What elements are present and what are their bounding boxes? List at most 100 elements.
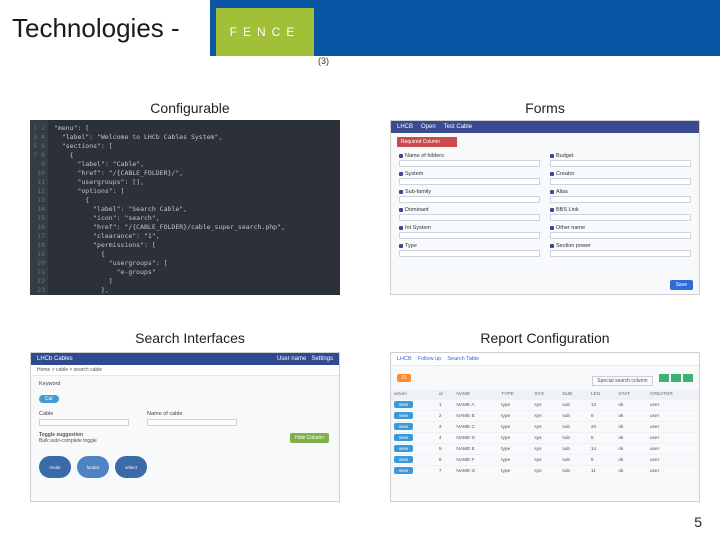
report-table: actionidNAMETYPESYSSUBLENSTATCREATOR vie…: [391, 390, 699, 476]
bubble[interactable]: funder: [77, 456, 109, 478]
slide-title: Technologies -: [0, 13, 180, 44]
search-area: Keyword Cal Cable Name of cable Toggle s…: [31, 376, 339, 483]
table-row[interactable]: view1NAME Atypesyssub12okuser: [391, 400, 699, 411]
table-row[interactable]: view7NAME Gtypesyssub11okuser: [391, 466, 699, 477]
field-label: Creator: [550, 171, 691, 177]
field-input[interactable]: [399, 232, 540, 239]
col-header[interactable]: STAT: [615, 390, 646, 400]
keyword-pill[interactable]: Cal: [39, 395, 59, 403]
code-source: "menu": [ "label": "Welcome to LHCb Cabl…: [48, 120, 291, 295]
report-tab[interactable]: LHCB: [397, 356, 412, 362]
col-header[interactable]: CREATOR: [647, 390, 699, 400]
field-input[interactable]: [550, 178, 691, 185]
col-header[interactable]: SYS: [531, 390, 559, 400]
label-configurable: Configurable: [60, 100, 320, 116]
field-label: Sub-family: [399, 189, 540, 195]
table-row[interactable]: view6NAME Ftypesyssub9okuser: [391, 455, 699, 466]
field-input[interactable]: [550, 250, 691, 257]
field-label: Name of folders: [399, 153, 540, 159]
col-header[interactable]: TYPE: [498, 390, 531, 400]
field-input[interactable]: [399, 178, 540, 185]
code-editor: 1 2 3 4 5 6 7 8 9 10 11 12 13 14 15 16 1…: [30, 120, 340, 295]
form-field: BBS Link: [550, 207, 691, 221]
bubble[interactable]: mode: [39, 456, 71, 478]
field-label: Other name: [550, 225, 691, 231]
col-header[interactable]: LEN: [588, 390, 616, 400]
form-field: Alias: [550, 189, 691, 203]
slide: Technologies - FENCE (3) Configurable Fo…: [0, 0, 720, 540]
report-tab[interactable]: Search Table: [447, 356, 479, 362]
field-input[interactable]: [399, 250, 540, 257]
field-input[interactable]: [550, 196, 691, 203]
form-field: Section power: [550, 243, 691, 257]
title-block: Technologies -: [0, 0, 210, 56]
form-field: Budget: [550, 153, 691, 167]
search-bubbles: mode funder select: [39, 456, 331, 478]
col-header[interactable]: SUB: [559, 390, 587, 400]
field-label: Alias: [550, 189, 691, 195]
hide-column-button[interactable]: Hide Column: [290, 433, 329, 443]
field-input[interactable]: [399, 214, 540, 221]
code-gutter: 1 2 3 4 5 6 7 8 9 10 11 12 13 14 15 16 1…: [30, 120, 48, 295]
search-col-label: Cable: [39, 411, 129, 417]
form-field: Dominant: [399, 207, 540, 221]
search-user[interactable]: User name: [277, 356, 306, 362]
col-header[interactable]: action: [391, 390, 436, 400]
label-forms: Forms: [395, 100, 695, 116]
field-label: Dominant: [399, 207, 540, 213]
forms-tab[interactable]: LHCB: [397, 124, 413, 130]
table-row[interactable]: view2NAME Btypesyssub8okuser: [391, 411, 699, 422]
table-row[interactable]: view5NAME Etypesyssub14okuser: [391, 444, 699, 455]
field-label: Budget: [550, 153, 691, 159]
report-tabs: LHCB Follow up Search Table: [391, 353, 699, 366]
form-field: Creator: [550, 171, 691, 185]
export-buttons[interactable]: [657, 369, 693, 386]
search-input[interactable]: [147, 419, 237, 426]
table-row[interactable]: view3NAME Ctypesyssub20okuser: [391, 422, 699, 433]
forms-tab[interactable]: Test Cable: [444, 124, 472, 130]
table-header-row: actionidNAMETYPESYSSUBLENSTATCREATOR: [391, 390, 699, 400]
fence-logo: FENCE: [216, 8, 314, 56]
bubble[interactable]: select: [115, 456, 147, 478]
form-field: Name of folders: [399, 153, 540, 167]
thumb-configurable: 1 2 3 4 5 6 7 8 9 10 11 12 13 14 15 16 1…: [30, 120, 340, 295]
search-topbar: LHCb Cables User name Settings: [31, 353, 339, 365]
col-header[interactable]: id: [436, 390, 453, 400]
forms-header: LHCB Open Test Cable: [391, 121, 699, 133]
field-label: System: [399, 171, 540, 177]
search-settings[interactable]: Settings: [311, 356, 333, 362]
forms-save-button[interactable]: Save: [670, 280, 693, 290]
forms-body: Name of folders Budget System Creator Sub-fa…: [391, 147, 699, 263]
field-input[interactable]: [550, 160, 691, 167]
page-number: 5: [694, 514, 702, 530]
thumb-forms: LHCB Open Test Cable Required Column Nam…: [390, 120, 700, 295]
field-input[interactable]: [399, 196, 540, 203]
breadcrumb: Home > cable > search cable: [31, 365, 339, 376]
thumb-report: LHCB Follow up Search Table 31 Special s…: [390, 352, 700, 502]
field-input[interactable]: [550, 214, 691, 221]
label-search: Search Interfaces: [60, 330, 320, 346]
search-brand: LHCb Cables: [37, 356, 73, 362]
field-input[interactable]: [550, 232, 691, 239]
toggle-hint-sub: Bulk auto-complete toggle: [39, 438, 97, 444]
field-input[interactable]: [399, 160, 540, 167]
search-input[interactable]: [39, 419, 129, 426]
field-label: BBS Link: [550, 207, 691, 213]
col-header[interactable]: NAME: [453, 390, 498, 400]
slide-subnumber: (3): [318, 56, 329, 66]
table-row[interactable]: view4NAME Dtypesyssub5okuser: [391, 433, 699, 444]
label-report: Report Configuration: [395, 330, 695, 346]
form-field: Sub-family: [399, 189, 540, 203]
report-selector[interactable]: Special search column: [592, 376, 652, 386]
search-col-label: Name of cable: [147, 411, 237, 417]
thumb-search: LHCb Cables User name Settings Home > ca…: [30, 352, 340, 502]
forms-tab[interactable]: Open: [421, 124, 436, 130]
fence-logo-text: FENCE: [230, 25, 301, 39]
field-label: Section power: [550, 243, 691, 249]
report-tab[interactable]: Follow up: [418, 356, 442, 362]
keyword-label: Keyword: [39, 381, 331, 387]
field-label: Int System: [399, 225, 540, 231]
dataset-badge: 31: [397, 374, 411, 382]
field-label: Type: [399, 243, 540, 249]
report-controls: 31 Special search column: [391, 366, 699, 390]
